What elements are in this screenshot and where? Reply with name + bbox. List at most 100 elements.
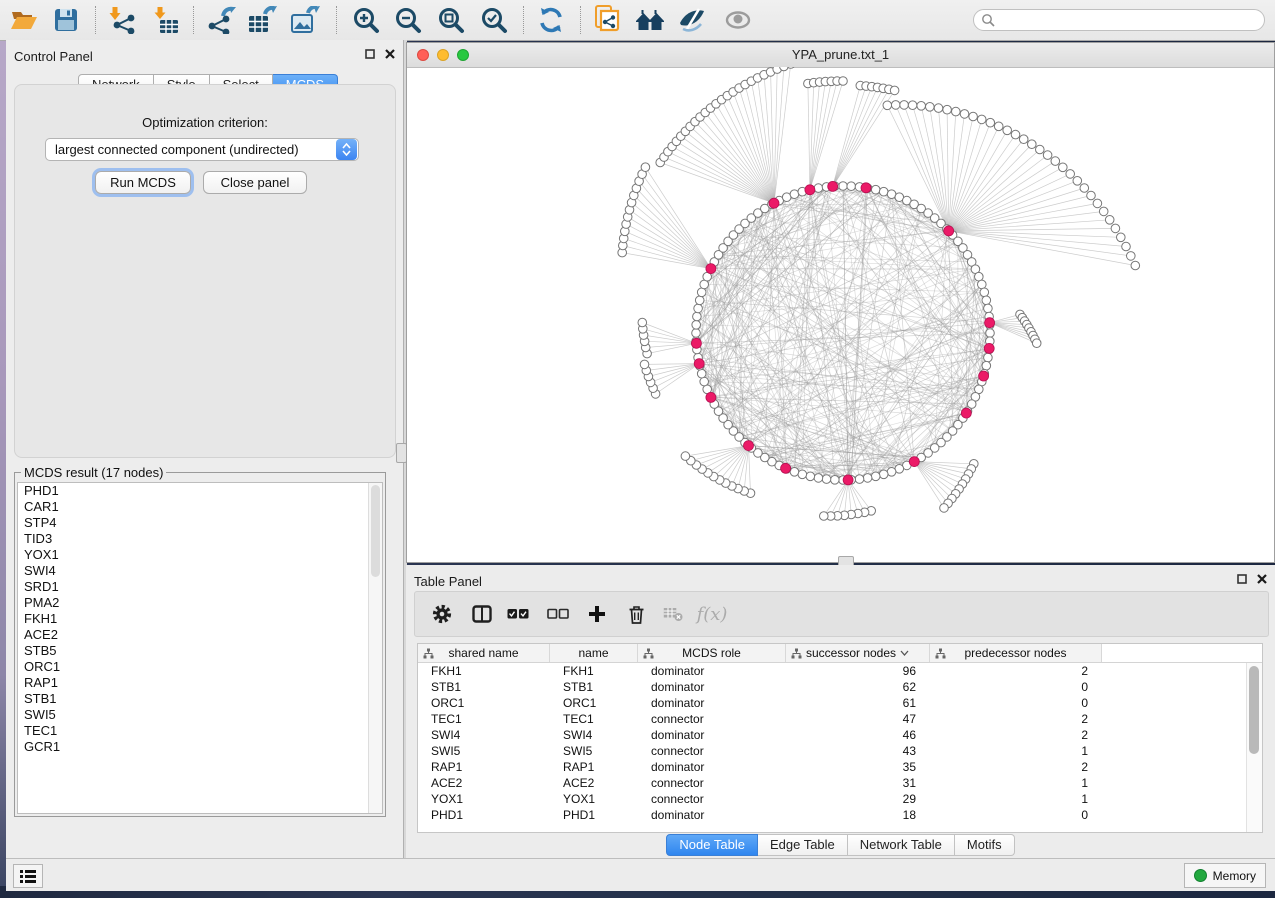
column-header-predecessor-nodes[interactable]: predecessor nodes xyxy=(930,644,1102,662)
deselect-all-icon[interactable] xyxy=(543,600,573,628)
table-cell: 0 xyxy=(930,696,1102,710)
mcds-result-item[interactable]: PMA2 xyxy=(18,595,382,611)
import-network-icon[interactable] xyxy=(106,4,138,36)
table-row[interactable]: TEC1TEC1connector472 xyxy=(418,711,1262,727)
float-window-icon[interactable] xyxy=(365,49,375,59)
scrollbar-thumb[interactable] xyxy=(1249,666,1259,754)
mcds-result-item[interactable]: TEC1 xyxy=(18,723,382,739)
table-row[interactable]: SWI4SWI4dominator462 xyxy=(418,727,1262,743)
table-cell: TEC1 xyxy=(550,712,638,726)
attribute-icon xyxy=(791,648,802,659)
zoom-selected-icon[interactable] xyxy=(478,4,510,36)
mcds-result-group: MCDS result (17 nodes) PHD1CAR1STP4TID3Y… xyxy=(14,465,386,817)
memory-button[interactable]: Memory xyxy=(1184,863,1266,888)
mcds-result-item[interactable]: STB5 xyxy=(18,643,382,659)
select-all-icon[interactable] xyxy=(503,600,533,628)
mcds-result-item[interactable]: PHD1 xyxy=(18,483,382,499)
export-table-icon[interactable] xyxy=(247,4,279,36)
zoom-window-icon[interactable] xyxy=(457,49,469,61)
column-header-name[interactable]: name xyxy=(550,644,638,662)
dropdown-stepper-icon xyxy=(336,139,357,160)
attribute-icon xyxy=(423,648,434,659)
close-panel-icon[interactable] xyxy=(1257,574,1267,584)
table-row[interactable]: SWI5SWI5connector431 xyxy=(418,743,1262,759)
delete-column-icon[interactable] xyxy=(621,600,651,628)
hide-selected-icon[interactable] xyxy=(676,4,708,36)
table-toolbar: f(x) xyxy=(414,591,1269,637)
column-header-mcds-role[interactable]: MCDS role xyxy=(638,644,786,662)
mcds-result-item[interactable]: ORC1 xyxy=(18,659,382,675)
table-cell: SWI5 xyxy=(550,744,638,758)
mcds-result-item[interactable]: STP4 xyxy=(18,515,382,531)
table-panel: Table Panel f(x) shared name name xyxy=(406,565,1275,858)
minimize-window-icon[interactable] xyxy=(437,49,449,61)
column-header-shared-name[interactable]: shared name xyxy=(418,644,550,662)
share-document-icon[interactable] xyxy=(591,4,623,36)
tab-edge-table[interactable]: Edge Table xyxy=(758,834,848,856)
toolbar-separator xyxy=(523,6,524,34)
table-row[interactable]: ORC1ORC1dominator610 xyxy=(418,695,1262,711)
table-row[interactable]: STB1STB1dominator620 xyxy=(418,679,1262,695)
mcds-result-list[interactable]: PHD1CAR1STP4TID3YOX1SWI4SRD1PMA2FKH1ACE2… xyxy=(17,482,383,814)
search-input[interactable] xyxy=(995,12,1249,28)
import-table-icon[interactable] xyxy=(150,4,182,36)
home-icon[interactable] xyxy=(634,4,666,36)
mcds-result-item[interactable]: GCR1 xyxy=(18,739,382,755)
column-view-icon[interactable] xyxy=(467,600,497,628)
mcds-result-item[interactable]: RAP1 xyxy=(18,675,382,691)
table-row[interactable]: FKH1FKH1dominator962 xyxy=(418,663,1262,679)
mcds-result-item[interactable]: SRD1 xyxy=(18,579,382,595)
mcds-list-scrollbar[interactable] xyxy=(368,483,382,813)
export-image-icon[interactable] xyxy=(290,4,322,36)
mcds-result-item[interactable]: ACE2 xyxy=(18,627,382,643)
function-builder-icon[interactable]: f(x) xyxy=(697,600,727,628)
table-cell: FKH1 xyxy=(550,664,638,678)
network-view-window: YPA_prune.txt_1 xyxy=(406,42,1275,563)
close-window-icon[interactable] xyxy=(417,49,429,61)
table-scrollbar[interactable] xyxy=(1246,663,1262,832)
attribute-icon xyxy=(935,648,946,659)
task-history-button[interactable] xyxy=(13,864,43,888)
export-network-icon[interactable] xyxy=(206,4,238,36)
network-view-titlebar[interactable]: YPA_prune.txt_1 xyxy=(407,43,1274,68)
table-cell: FKH1 xyxy=(418,664,550,678)
table-cell: SWI5 xyxy=(418,744,550,758)
close-panel-button[interactable]: Close panel xyxy=(203,171,307,194)
mcds-result-item[interactable]: SWI4 xyxy=(18,563,382,579)
save-session-icon[interactable] xyxy=(50,4,82,36)
close-panel-icon[interactable] xyxy=(385,49,395,59)
search-box[interactable] xyxy=(973,9,1265,31)
show-all-icon[interactable] xyxy=(722,4,754,36)
add-column-icon[interactable] xyxy=(582,600,612,628)
table-row[interactable]: PHD1PHD1dominator180 xyxy=(418,807,1262,823)
tab-network-table[interactable]: Network Table xyxy=(848,834,955,856)
table-cell: connector xyxy=(638,712,786,726)
table-row[interactable]: RAP1RAP1dominator352 xyxy=(418,759,1262,775)
table-cell: 47 xyxy=(786,712,930,726)
tab-node-table[interactable]: Node Table xyxy=(666,834,758,856)
run-mcds-button[interactable]: Run MCDS xyxy=(95,171,191,194)
open-file-icon[interactable] xyxy=(8,4,40,36)
refresh-layout-icon[interactable] xyxy=(535,4,567,36)
settings-gear-icon[interactable] xyxy=(427,600,457,628)
table-row[interactable]: YOX1YOX1connector291 xyxy=(418,791,1262,807)
table-row[interactable]: ACE2ACE2connector311 xyxy=(418,775,1262,791)
delete-table-icon[interactable] xyxy=(658,600,688,628)
column-header-successor-nodes[interactable]: successor nodes xyxy=(786,644,930,662)
zoom-fit-icon[interactable] xyxy=(435,4,467,36)
table-cell: connector xyxy=(638,776,786,790)
mcds-result-item[interactable]: SWI5 xyxy=(18,707,382,723)
mcds-result-item[interactable]: TID3 xyxy=(18,531,382,547)
zoom-in-icon[interactable] xyxy=(350,4,382,36)
mcds-result-item[interactable]: YOX1 xyxy=(18,547,382,563)
table-cell: connector xyxy=(638,744,786,758)
mcds-result-item[interactable]: CAR1 xyxy=(18,499,382,515)
mcds-result-item[interactable]: STB1 xyxy=(18,691,382,707)
network-canvas[interactable] xyxy=(407,67,1274,562)
table-cell: 29 xyxy=(786,792,930,806)
float-window-icon[interactable] xyxy=(1237,574,1247,584)
zoom-out-icon[interactable] xyxy=(392,4,424,36)
tab-motifs[interactable]: Motifs xyxy=(955,834,1015,856)
mcds-result-item[interactable]: FKH1 xyxy=(18,611,382,627)
optimization-criterion-select[interactable]: largest connected component (undirected) xyxy=(45,138,359,161)
